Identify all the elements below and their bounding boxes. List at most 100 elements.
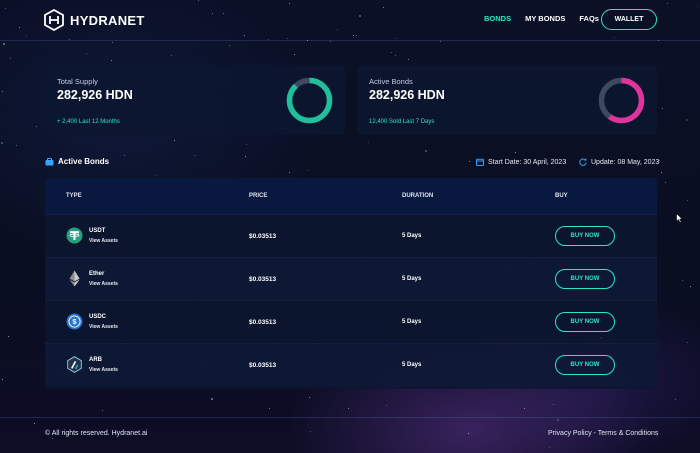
star xyxy=(408,59,409,60)
star xyxy=(665,182,666,183)
bonds-icon xyxy=(45,157,54,165)
privacy-policy-link[interactable]: Privacy Policy xyxy=(548,430,592,437)
brand-name: HYDRANET xyxy=(70,12,145,28)
star xyxy=(661,172,662,173)
total-supply-label: Total Supply xyxy=(57,77,98,86)
price-cell: $0.03513 xyxy=(249,319,277,326)
star xyxy=(395,55,396,56)
active-bonds-sold: 12,400 Sold Last 7 Days xyxy=(369,119,435,125)
star xyxy=(52,438,53,439)
col-type: TYPE xyxy=(66,193,82,199)
update-date: Update: 08 May, 2023 xyxy=(579,158,659,166)
start-date-text: Start Date: 30 April, 2023 xyxy=(488,158,567,166)
star xyxy=(34,423,35,424)
total-supply-card: Total Supply 282,926 HDN + 2,400 Last 12… xyxy=(45,65,345,135)
buy-now-button[interactable]: BUY NOW xyxy=(555,226,615,246)
active-bonds-label: Active Bonds xyxy=(369,77,413,86)
star xyxy=(515,152,516,153)
mouse-cursor-icon xyxy=(676,213,683,223)
duration-cell: 5 Days xyxy=(402,362,422,368)
view-assets-link[interactable]: View Assets xyxy=(89,238,118,244)
tether-icon xyxy=(66,227,83,244)
star xyxy=(2,379,3,380)
table-row: $ USDC View Assets $0.03513 5 Days BUY N… xyxy=(45,300,657,343)
brand-logo[interactable]: HYDRANET xyxy=(44,9,145,31)
active-bonds-heading: Active Bonds xyxy=(45,157,109,166)
star xyxy=(8,336,9,337)
star xyxy=(368,142,369,143)
star xyxy=(557,419,559,421)
copyright-text: © All rights reserved. Hydranet.ai xyxy=(45,430,148,437)
duration-cell: 5 Days xyxy=(402,233,422,239)
duration-cell: 5 Days xyxy=(402,319,422,325)
buy-now-button[interactable]: BUY NOW xyxy=(555,269,615,289)
star xyxy=(194,155,195,156)
usdc-icon: $ xyxy=(66,313,83,330)
update-date-text: Update: 08 May, 2023 xyxy=(591,158,660,166)
star xyxy=(468,433,469,434)
star xyxy=(245,156,246,157)
star xyxy=(294,54,295,55)
table-row: USDT View Assets $0.03513 5 Days BUY NOW xyxy=(45,214,657,257)
start-date: Start Date: 30 April, 2023 xyxy=(476,158,566,166)
star xyxy=(36,126,37,127)
star xyxy=(348,408,349,409)
col-price: PRICE xyxy=(249,193,268,199)
star xyxy=(124,155,125,156)
refresh-icon xyxy=(579,158,587,166)
terms-link[interactable]: Terms & Conditions xyxy=(598,430,659,437)
star xyxy=(391,52,392,53)
footer-links: Privacy Policy - Terms & Conditions xyxy=(548,430,658,437)
buy-now-button[interactable]: BUY NOW xyxy=(555,312,615,332)
star xyxy=(686,119,688,121)
star xyxy=(1,142,3,144)
star xyxy=(174,140,175,141)
star xyxy=(386,405,387,406)
total-supply-change: + 2,400 Last 12 Months xyxy=(57,119,120,125)
wallet-button[interactable]: WALLET xyxy=(601,9,657,30)
star xyxy=(524,408,525,409)
main-nav: BONDS MY BONDS FAQs xyxy=(484,14,599,23)
star xyxy=(549,447,550,448)
star xyxy=(690,286,691,287)
star xyxy=(211,398,213,400)
view-assets-link[interactable]: View Assets xyxy=(89,324,118,330)
nav-my-bonds[interactable]: MY BONDS xyxy=(525,14,565,23)
price-cell: $0.03513 xyxy=(249,362,277,369)
bonds-table: TYPE PRICE DURATION BUY USDT View Assets… xyxy=(45,178,657,389)
footer-divider xyxy=(0,417,700,418)
star xyxy=(2,91,3,92)
nav-bonds[interactable]: BONDS xyxy=(484,14,511,23)
col-buy: BUY xyxy=(555,193,568,199)
hydranet-logo-icon xyxy=(44,9,64,31)
star xyxy=(662,108,663,109)
star xyxy=(425,150,427,152)
view-assets-link[interactable]: View Assets xyxy=(89,367,118,373)
table-row: Ether View Assets $0.03513 5 Days BUY NO… xyxy=(45,257,657,300)
star xyxy=(330,41,331,42)
duration-cell: 5 Days xyxy=(402,276,422,282)
total-supply-value: 282,926 HDN xyxy=(57,88,133,102)
star xyxy=(155,175,156,176)
coin-name: USDT xyxy=(89,228,106,234)
star xyxy=(3,43,5,45)
star xyxy=(10,58,11,59)
table-header: TYPE PRICE DURATION BUY xyxy=(45,178,657,214)
buy-now-button[interactable]: BUY NOW xyxy=(555,355,615,375)
coin-name: ARB xyxy=(89,357,102,363)
view-assets-link[interactable]: View Assets xyxy=(89,281,118,287)
table-row: ARB View Assets $0.03513 5 Days BUY NOW xyxy=(45,343,657,386)
star xyxy=(171,55,172,56)
star xyxy=(16,145,17,146)
top-navbar: HYDRANET BONDS MY BONDS FAQs WALLET xyxy=(0,0,700,41)
price-cell: $0.03513 xyxy=(249,276,277,283)
coin-name: USDC xyxy=(89,314,107,320)
active-bonds-card: Active Bonds 282,926 HDN 12,400 Sold Las… xyxy=(357,65,657,135)
coin-name: Ether xyxy=(89,271,105,277)
star xyxy=(553,404,554,405)
nav-faqs[interactable]: FAQs xyxy=(579,14,599,23)
total-supply-ring xyxy=(286,77,333,124)
arbitrum-icon xyxy=(67,356,82,373)
star xyxy=(269,408,270,409)
star xyxy=(289,172,290,173)
